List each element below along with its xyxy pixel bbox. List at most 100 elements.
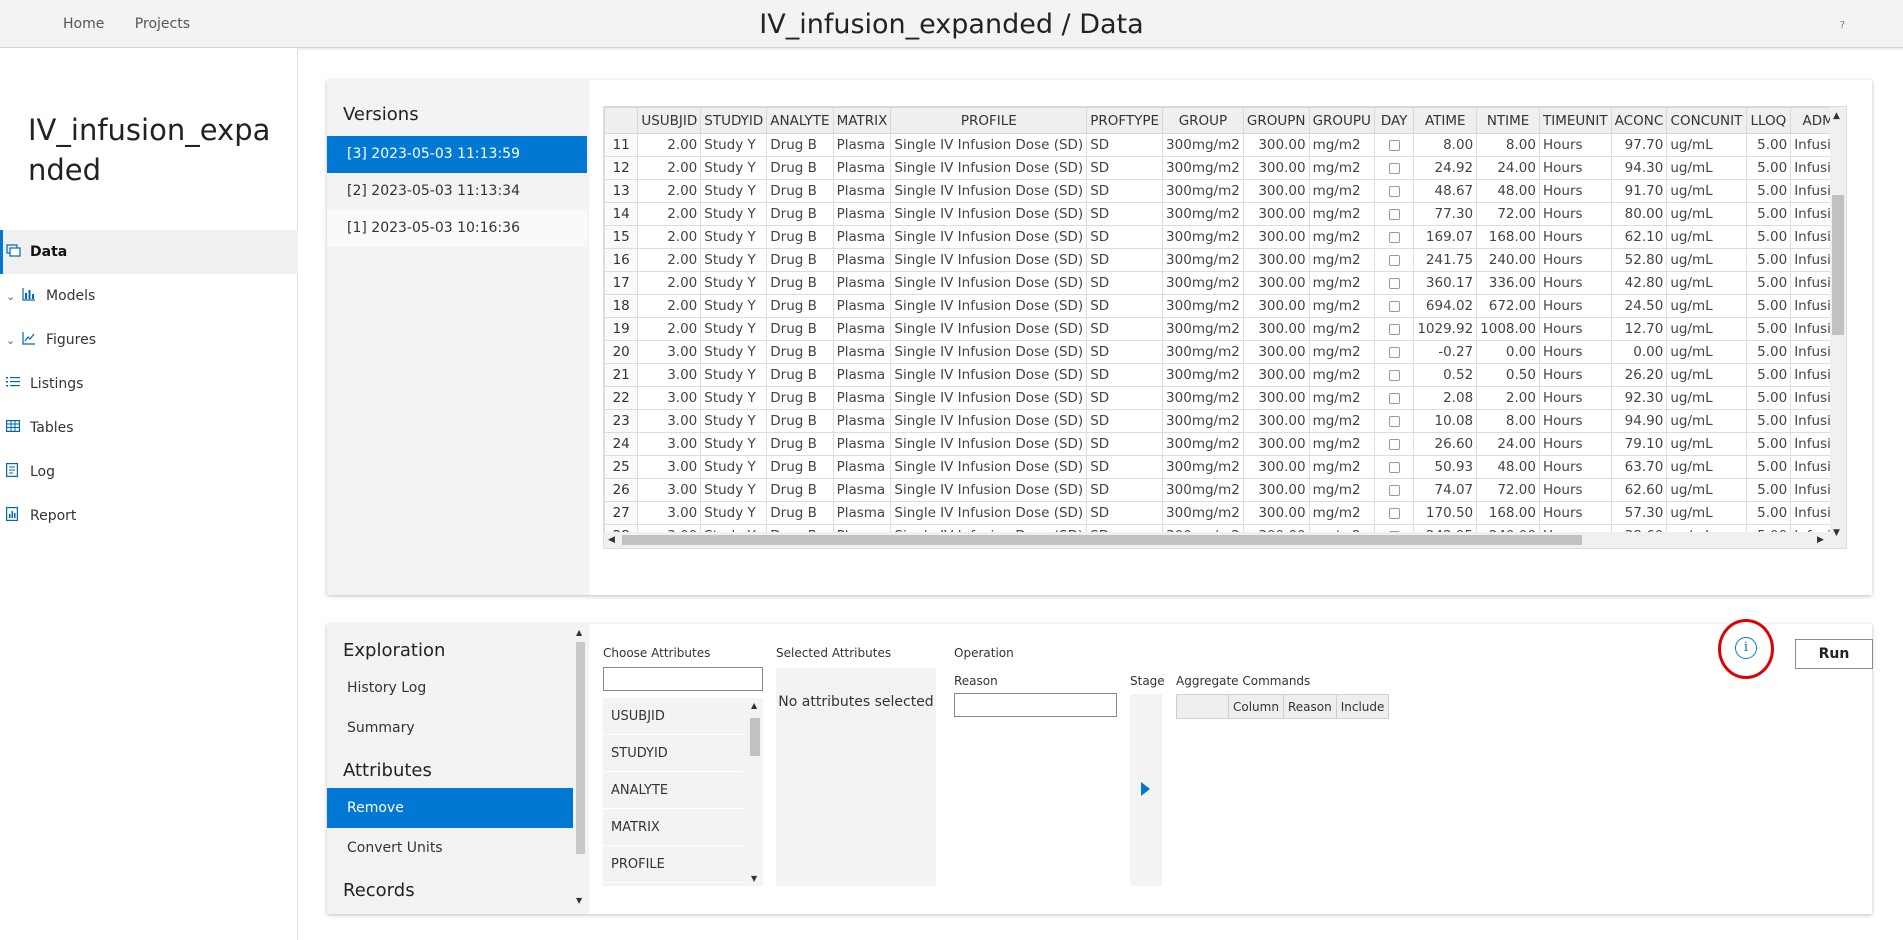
- column-header[interactable]: [604, 107, 639, 134]
- table-cell[interactable]: [1373, 271, 1415, 295]
- column-header[interactable]: TIMEUNIT: [1538, 107, 1612, 134]
- choose-attributes-input[interactable]: [603, 667, 763, 691]
- table-cell[interactable]: [1373, 409, 1415, 433]
- day-checkbox[interactable]: [1388, 185, 1400, 197]
- table-row[interactable]: 15 2.00 Study Y Drug B Plasma Single IV Infus…: [604, 225, 1846, 249]
- day-checkbox[interactable]: [1388, 484, 1400, 496]
- table-row[interactable]: 25 3.00 Study Y Drug B Plasma Single IV Infus…: [604, 455, 1846, 479]
- version-item[interactable]: [3] 2023-05-03 11:13:59: [327, 136, 587, 173]
- day-checkbox[interactable]: [1388, 162, 1400, 174]
- day-checkbox[interactable]: [1388, 254, 1400, 266]
- table-row[interactable]: 14 2.00 Study Y Drug B Plasma Single IV Infus…: [604, 202, 1846, 226]
- column-header[interactable]: GROUPN: [1242, 107, 1310, 134]
- menu-item-summary[interactable]: Summary: [327, 708, 587, 748]
- column-header[interactable]: NTIME: [1476, 107, 1540, 134]
- day-checkbox[interactable]: [1388, 415, 1400, 427]
- table-row[interactable]: 13 2.00 Study Y Drug B Plasma Single IV Infus…: [604, 179, 1846, 203]
- column-header[interactable]: ACONC: [1610, 107, 1668, 134]
- run-button[interactable]: Run: [1795, 639, 1873, 669]
- sidebar-item-tables[interactable]: Tables: [0, 406, 298, 450]
- column-header[interactable]: ANALYTE: [766, 107, 834, 134]
- table-row[interactable]: 24 3.00 Study Y Drug B Plasma Single IV Infus…: [604, 432, 1846, 456]
- column-header[interactable]: LLOQ: [1745, 107, 1792, 134]
- day-checkbox[interactable]: [1388, 208, 1400, 220]
- attribute-list-scrollbar[interactable]: ▲ ▼: [747, 698, 763, 886]
- day-checkbox[interactable]: [1388, 346, 1400, 358]
- table-cell[interactable]: [1373, 156, 1415, 180]
- scroll-up-icon[interactable]: ▲: [576, 628, 582, 637]
- day-checkbox[interactable]: [1388, 438, 1400, 450]
- day-checkbox[interactable]: [1388, 300, 1400, 312]
- menu-item-convert-units[interactable]: Convert Units: [327, 828, 587, 868]
- column-header[interactable]: GROUP: [1162, 107, 1244, 134]
- table-row[interactable]: 21 3.00 Study Y Drug B Plasma Single IV Infus…: [604, 363, 1846, 387]
- table-cell[interactable]: [1373, 340, 1415, 364]
- table-row[interactable]: 22 3.00 Study Y Drug B Plasma Single IV Infus…: [604, 386, 1846, 410]
- scroll-up-icon[interactable]: ▲: [1833, 111, 1840, 121]
- chevron-down-icon[interactable]: ⌄: [6, 334, 22, 347]
- sidebar-item-data[interactable]: Data: [0, 230, 298, 274]
- column-header[interactable]: ATIME: [1413, 107, 1478, 134]
- menu-item-history-log[interactable]: History Log: [327, 668, 587, 708]
- horizontal-scroll-thumb[interactable]: [622, 535, 1582, 545]
- table-row[interactable]: 16 2.00 Study Y Drug B Plasma Single IV Infus…: [604, 248, 1846, 272]
- table-cell[interactable]: [1373, 478, 1415, 502]
- scroll-up-icon[interactable]: ▲: [751, 701, 757, 710]
- scroll-right-icon[interactable]: ▶: [1817, 535, 1824, 545]
- vertical-scroll-thumb[interactable]: [1832, 195, 1844, 335]
- table-cell[interactable]: [1373, 317, 1415, 341]
- table-row[interactable]: 26 3.00 Study Y Drug B Plasma Single IV Infus…: [604, 478, 1846, 502]
- list-item[interactable]: MATRIX: [603, 809, 743, 846]
- sidebar-item-models[interactable]: ⌄ Models: [0, 274, 298, 318]
- version-item[interactable]: [2] 2023-05-03 11:13:34: [327, 173, 587, 210]
- scroll-down-icon[interactable]: ▼: [576, 896, 582, 905]
- info-icon[interactable]: i: [1735, 637, 1757, 659]
- column-header[interactable]: GROUPU: [1308, 107, 1375, 134]
- reason-input[interactable]: [954, 693, 1117, 717]
- day-checkbox[interactable]: [1388, 369, 1400, 381]
- table-cell[interactable]: [1373, 455, 1415, 479]
- list-item[interactable]: STUDYID: [603, 735, 743, 772]
- table-cell[interactable]: [1373, 294, 1415, 318]
- exploration-scrollbar[interactable]: ▲ ▼: [573, 624, 587, 909]
- column-header[interactable]: STUDYID: [700, 107, 768, 134]
- day-checkbox[interactable]: [1388, 139, 1400, 151]
- column-header[interactable]: MATRIX: [832, 107, 892, 134]
- list-item[interactable]: USUBJID: [603, 698, 743, 735]
- sidebar-item-listings[interactable]: Listings: [0, 362, 298, 406]
- attribute-scroll-thumb[interactable]: [750, 718, 760, 756]
- table-cell[interactable]: [1373, 386, 1415, 410]
- table-cell[interactable]: [1373, 501, 1415, 525]
- table-cell[interactable]: [1373, 432, 1415, 456]
- day-checkbox[interactable]: [1388, 507, 1400, 519]
- play-icon[interactable]: [1141, 782, 1150, 796]
- table-row[interactable]: 11 2.00 Study Y Drug B Plasma Single IV Infus…: [604, 133, 1846, 157]
- table-row[interactable]: 23 3.00 Study Y Drug B Plasma Single IV Infus…: [604, 409, 1846, 433]
- table-row[interactable]: 18 2.00 Study Y Drug B Plasma Single IV Infus…: [604, 294, 1846, 318]
- day-checkbox[interactable]: [1388, 323, 1400, 335]
- day-checkbox[interactable]: [1388, 231, 1400, 243]
- list-item[interactable]: PROFILE: [603, 846, 743, 883]
- exploration-scroll-thumb[interactable]: [576, 642, 585, 854]
- vertical-scrollbar[interactable]: ▲ ▼: [1830, 107, 1846, 548]
- scroll-down-icon[interactable]: ▼: [1833, 528, 1840, 538]
- column-header[interactable]: DAY: [1373, 107, 1415, 134]
- scroll-left-icon[interactable]: ◀: [608, 535, 615, 545]
- help-button[interactable]: ?: [1840, 20, 1845, 31]
- day-checkbox[interactable]: [1388, 277, 1400, 289]
- table-row[interactable]: 17 2.00 Study Y Drug B Plasma Single IV Infus…: [604, 271, 1846, 295]
- column-header[interactable]: USUBJID: [637, 107, 702, 134]
- menu-item-remove[interactable]: Remove: [327, 788, 587, 828]
- day-checkbox[interactable]: [1388, 392, 1400, 404]
- table-cell[interactable]: [1373, 248, 1415, 272]
- list-item[interactable]: ANALYTE: [603, 772, 743, 809]
- horizontal-scrollbar[interactable]: ◀ ▶: [604, 532, 1832, 548]
- table-cell[interactable]: [1373, 202, 1415, 226]
- column-header[interactable]: CONCUNIT: [1666, 107, 1747, 134]
- version-item[interactable]: [1] 2023-05-03 10:16:36: [327, 210, 587, 247]
- table-row[interactable]: 12 2.00 Study Y Drug B Plasma Single IV Infus…: [604, 156, 1846, 180]
- table-cell[interactable]: [1373, 225, 1415, 249]
- column-header[interactable]: PROFILE: [890, 107, 1088, 134]
- table-cell[interactable]: [1373, 363, 1415, 387]
- sidebar-item-figures[interactable]: ⌄ Figures: [0, 318, 298, 362]
